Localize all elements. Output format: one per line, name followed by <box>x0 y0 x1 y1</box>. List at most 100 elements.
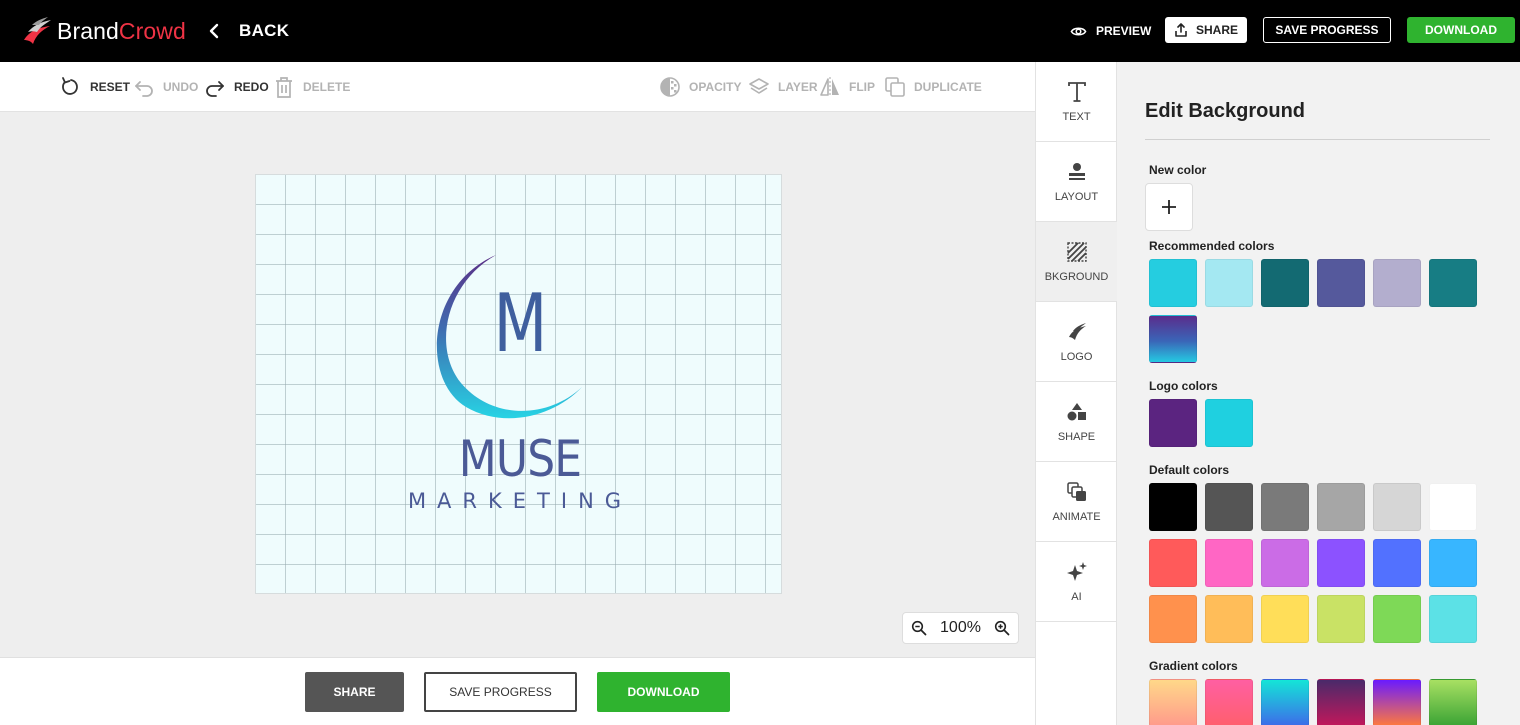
bottom-action-bar: SHARE SAVE PROGRESS DOWNLOAD <box>0 657 1035 725</box>
default-color-swatch[interactable] <box>1317 483 1365 531</box>
logo-name-text[interactable]: MUSE <box>446 431 594 487</box>
default-color-swatch[interactable] <box>1205 483 1253 531</box>
text-icon <box>1067 81 1086 102</box>
background-icon <box>1066 241 1087 262</box>
default-color-swatch[interactable] <box>1261 595 1309 643</box>
recommended-color-swatch[interactable] <box>1261 259 1309 307</box>
share-button[interactable]: SHARE <box>305 672 404 712</box>
design-canvas[interactable]: M MUSE MARKETING <box>255 174 782 594</box>
recommended-color-swatch[interactable] <box>1149 259 1197 307</box>
zoom-in-icon[interactable] <box>994 620 1010 636</box>
back-button[interactable]: BACK <box>205 18 289 44</box>
add-new-color-button[interactable] <box>1145 183 1193 231</box>
logo-icon <box>1068 322 1086 340</box>
edit-background-panel: Edit Background New color Recommended co… <box>1117 62 1520 725</box>
preview-button[interactable]: PREVIEW <box>1070 18 1151 44</box>
recommended-color-swatch[interactable] <box>1205 259 1253 307</box>
recommended-color-swatch[interactable] <box>1373 259 1421 307</box>
recommended-color-swatch[interactable] <box>1317 259 1365 307</box>
rail-label-ai: AI <box>1071 590 1082 603</box>
redo-icon <box>206 81 224 97</box>
rail-item-background[interactable]: BKGROUND <box>1036 222 1117 302</box>
duplicate-button[interactable]: DUPLICATE <box>884 76 982 98</box>
default-color-swatch[interactable] <box>1429 539 1477 587</box>
opacity-button[interactable]: OPACITY <box>659 76 741 98</box>
ai-sparkle-icon <box>1066 561 1087 581</box>
zoom-level: 100% <box>940 619 981 636</box>
animate-icon <box>1066 481 1086 501</box>
duplicate-label: DUPLICATE <box>914 80 982 94</box>
default-color-swatch[interactable] <box>1373 483 1421 531</box>
rail-item-logo[interactable]: LOGO <box>1036 302 1117 382</box>
download-button-top[interactable]: DOWNLOAD <box>1407 17 1515 43</box>
flip-icon <box>820 77 839 97</box>
undo-button[interactable]: UNDO <box>133 76 198 98</box>
redo-button[interactable]: REDO <box>204 76 269 98</box>
gradient-color-swatch[interactable] <box>1317 679 1365 725</box>
default-color-swatch[interactable] <box>1429 595 1477 643</box>
opacity-icon <box>660 77 680 97</box>
layer-label: LAYER <box>778 80 818 94</box>
rail-label-animate: ANIMATE <box>1052 510 1101 523</box>
rail-item-shape[interactable]: SHAPE <box>1036 382 1117 462</box>
canvas-area: M MUSE MARKETING 100% <box>0 112 1035 657</box>
default-color-swatch[interactable] <box>1317 595 1365 643</box>
save-progress-button-top[interactable]: SAVE PROGRESS <box>1263 17 1391 43</box>
panel-divider <box>1145 139 1490 140</box>
default-color-swatch[interactable] <box>1205 595 1253 643</box>
default-colors-label: Default colors <box>1149 463 1230 477</box>
share-label-top: SHARE <box>1195 23 1238 37</box>
logo-monogram[interactable]: M <box>492 281 548 367</box>
flip-button[interactable]: FLIP <box>819 76 875 98</box>
rail-item-layout[interactable]: LAYOUT <box>1036 142 1117 222</box>
default-color-swatch[interactable] <box>1317 539 1365 587</box>
muse-marketing-logo[interactable] <box>256 175 783 595</box>
chevron-left-icon <box>209 23 219 39</box>
default-color-swatch[interactable] <box>1149 595 1197 643</box>
rail-item-ai[interactable]: AI <box>1036 542 1117 622</box>
delete-button[interactable]: DELETE <box>273 76 350 98</box>
recommended-color-swatch[interactable] <box>1149 315 1197 363</box>
share-button-top[interactable]: SHARE <box>1165 17 1247 43</box>
logo-tagline-text[interactable]: MARKETING <box>406 489 634 513</box>
gradient-color-swatch[interactable] <box>1373 679 1421 725</box>
default-color-swatch[interactable] <box>1373 539 1421 587</box>
back-label: BACK <box>239 21 290 40</box>
gradient-color-swatch[interactable] <box>1205 679 1253 725</box>
default-color-swatch[interactable] <box>1205 539 1253 587</box>
default-color-swatch[interactable] <box>1429 483 1477 531</box>
default-color-swatch[interactable] <box>1149 539 1197 587</box>
plus-icon <box>1162 200 1176 214</box>
rail-label-logo: LOGO <box>1060 350 1093 363</box>
zoom-control: 100% <box>902 612 1019 644</box>
redo-label: REDO <box>234 80 269 94</box>
rail-item-text[interactable]: TEXT <box>1036 62 1117 142</box>
reset-label: RESET <box>90 80 131 94</box>
recommended-color-swatch[interactable] <box>1429 259 1477 307</box>
preview-label: PREVIEW <box>1096 24 1152 38</box>
recommended-colors-label: Recommended colors <box>1149 239 1275 253</box>
brand-logo[interactable]: BrandCrowd <box>20 14 186 48</box>
gradient-color-swatch[interactable] <box>1429 679 1477 725</box>
default-color-swatch[interactable] <box>1261 483 1309 531</box>
reset-button[interactable]: RESET <box>60 76 130 98</box>
gradient-color-swatch[interactable] <box>1149 679 1197 725</box>
rail-label-layout: LAYOUT <box>1054 190 1099 203</box>
opacity-label: OPACITY <box>689 80 742 94</box>
layer-button[interactable]: LAYER <box>748 76 818 98</box>
edit-toolbar: RESET UNDO REDO DELETE OPACITY LAYER FLI… <box>0 62 1035 112</box>
default-color-swatch[interactable] <box>1149 483 1197 531</box>
new-color-label: New color <box>1149 163 1207 177</box>
default-color-swatch[interactable] <box>1373 595 1421 643</box>
save-progress-button[interactable]: SAVE PROGRESS <box>424 672 577 712</box>
undo-label: UNDO <box>163 80 199 94</box>
logo-color-swatch[interactable] <box>1205 399 1253 447</box>
logo-color-swatch[interactable] <box>1149 399 1197 447</box>
default-color-swatch[interactable] <box>1261 539 1309 587</box>
zoom-out-icon[interactable] <box>911 620 927 636</box>
duplicate-icon <box>885 77 905 97</box>
rail-item-animate[interactable]: ANIMATE <box>1036 462 1117 542</box>
layers-icon <box>749 78 769 94</box>
download-button[interactable]: DOWNLOAD <box>597 672 730 712</box>
gradient-color-swatch[interactable] <box>1261 679 1309 725</box>
